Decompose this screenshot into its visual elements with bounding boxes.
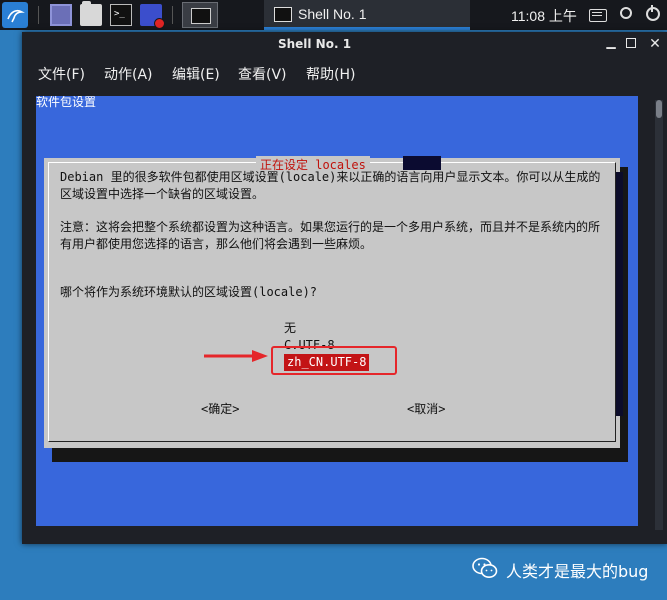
- notification-bell-icon[interactable]: [620, 7, 632, 19]
- kali-menu-icon[interactable]: [2, 2, 28, 28]
- dialog-question: 哪个将作为系统环境默认的区域设置(locale)?: [60, 285, 318, 299]
- terminal-icon[interactable]: >_: [110, 4, 132, 26]
- screen-title: 软件包设置: [36, 96, 97, 109]
- dialog-paragraph-intro: Debian 里的很多软件包都使用区域设置(locale)来以正确的语言向用户显…: [60, 170, 601, 201]
- menu-help[interactable]: 帮助(H): [306, 64, 355, 84]
- close-button[interactable]: ✕: [648, 36, 662, 52]
- file-manager-icon[interactable]: [80, 1, 102, 26]
- watermark-text: 人类才是最大的bug: [506, 562, 649, 581]
- locale-dialog: 正在设定 locales Debian 里的很多软件包都使用区域设置(local…: [44, 156, 623, 448]
- dialog-border: [48, 162, 616, 442]
- menu-action[interactable]: 动作(A): [104, 64, 153, 84]
- menu-view[interactable]: 查看(V): [238, 64, 287, 84]
- locale-option[interactable]: 无: [284, 320, 369, 337]
- minimize-button[interactable]: ▁: [604, 35, 618, 49]
- taskbar-task-shell[interactable]: Shell No. 1: [264, 0, 470, 30]
- menu-file[interactable]: 文件(F): [38, 64, 85, 84]
- taskbar-task-label: Shell No. 1: [298, 6, 367, 22]
- menu-edit[interactable]: 编辑(E): [172, 64, 220, 84]
- window-scrollbar[interactable]: [655, 100, 663, 530]
- window-icon[interactable]: [182, 2, 218, 28]
- screen-recorder-icon[interactable]: [140, 4, 165, 29]
- scrollbar-thumb[interactable]: [656, 100, 662, 118]
- maximize-button[interactable]: [626, 38, 636, 48]
- menu-bar: 文件(F) 动作(A) 编辑(E) 查看(V) 帮助(H): [22, 58, 667, 86]
- annotation-highlight-box: [271, 346, 397, 375]
- dialog-paragraph-note: 注意：这将会把整个系统都设置为这种语言。如果您运行的是一个多用户系统，而且并不是…: [60, 220, 601, 251]
- cancel-button[interactable]: <取消>: [407, 400, 445, 417]
- wechat-icon: [472, 557, 498, 578]
- taskbar-separator: [38, 6, 39, 24]
- desktop-icon[interactable]: [50, 4, 72, 26]
- terminal-window: Shell No. 1 ▁ ✕ 文件(F) 动作(A) 编辑(E) 查看(V) …: [22, 32, 667, 544]
- keyboard-icon[interactable]: [589, 9, 607, 22]
- dialog-scrollbar[interactable]: [616, 172, 623, 416]
- ok-button[interactable]: <确定>: [201, 400, 239, 417]
- terminal-window-icon: [274, 7, 292, 22]
- clock[interactable]: 11:08 上午: [511, 6, 577, 26]
- power-icon[interactable]: [646, 5, 660, 21]
- top-taskbar: >_ Shell No. 1 11:08 上午: [0, 0, 667, 30]
- window-title: Shell No. 1: [277, 37, 352, 51]
- title-bar-gap: [403, 156, 441, 170]
- annotation-arrow-icon: [204, 350, 268, 362]
- taskbar-separator: [172, 6, 173, 24]
- terminal-screen[interactable]: 软件包设置 正在设定 locales Debian 里的很多软件包都使用区域设置…: [36, 96, 638, 526]
- window-titlebar[interactable]: Shell No. 1 ▁ ✕: [22, 32, 667, 58]
